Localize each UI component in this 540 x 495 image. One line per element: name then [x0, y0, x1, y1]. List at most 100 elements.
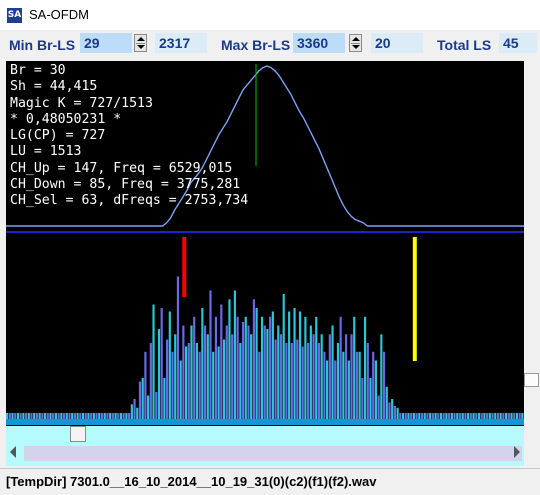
vertical-scrollbar[interactable] — [524, 61, 540, 426]
spectrum-bar — [399, 413, 402, 419]
spectrum-bar — [296, 339, 299, 419]
spectrum-bar — [11, 413, 14, 419]
status-bar: [TempDir] 7301.0__16_10_2014__10_19_31(0… — [0, 468, 540, 495]
spectrum-bar — [174, 334, 177, 420]
max-br-ls-label: Max Br-LS — [221, 37, 291, 53]
horizontal-scroll-thumb[interactable] — [70, 426, 86, 442]
min-br-ls-spinner[interactable] — [134, 34, 147, 52]
spectrum-bar — [472, 413, 475, 419]
spectrum-bar — [288, 311, 291, 419]
range-scroll-track[interactable] — [24, 446, 522, 461]
spectrum-bar — [52, 413, 55, 419]
spectrum-bar — [212, 351, 215, 420]
spectrum-bar — [54, 413, 57, 419]
max-br-ls-spinner[interactable] — [349, 34, 362, 52]
spectrum-bar — [347, 360, 350, 419]
info-line: Br = 30 — [10, 63, 66, 78]
spectrum-bar — [60, 413, 63, 419]
spectrum-bar — [334, 360, 337, 419]
spectrum-bar — [477, 413, 481, 419]
spin-up-icon[interactable] — [137, 37, 145, 41]
spectrum-bar — [475, 413, 478, 419]
spectrum-bar — [271, 311, 274, 419]
spectrum-bar — [366, 343, 369, 419]
spectrum-bar — [217, 346, 220, 419]
scroll-right-icon[interactable] — [514, 446, 520, 458]
spectrum-bar — [496, 413, 500, 419]
spectrum-bar — [147, 395, 150, 419]
spectrum-bar — [214, 316, 217, 420]
spectrum-bar — [19, 413, 22, 419]
spectrum-bar — [423, 413, 426, 419]
spectrum-bar — [488, 413, 491, 419]
spectrum-bar — [171, 351, 174, 420]
spectrum-bar — [195, 343, 199, 419]
spectrum-bar — [315, 316, 318, 420]
spectrum-bar — [277, 325, 280, 419]
spectrum-bar — [179, 360, 182, 419]
spectrum-bar — [193, 316, 196, 420]
spectrum-bar — [184, 346, 188, 419]
min-br-ls-input[interactable]: 29 — [80, 33, 132, 53]
max-br-ls-input[interactable]: 3360 — [293, 33, 345, 53]
spectrum-bar — [282, 294, 285, 419]
spectrum-bar — [437, 413, 440, 419]
spectrum-bar — [480, 413, 483, 419]
spectrum-bar — [518, 413, 521, 419]
spectrum-bar — [49, 413, 52, 419]
spectrum-bar — [8, 413, 11, 419]
spectrum-bar — [62, 413, 66, 419]
spectrum-bar — [464, 413, 467, 419]
spectrum-bar — [260, 316, 264, 420]
spectrum-bar — [228, 299, 231, 420]
spectrum-bar — [285, 343, 288, 419]
spin-down-icon[interactable] — [352, 45, 360, 49]
spectrum-bar — [331, 325, 334, 419]
spectrum-bar — [361, 378, 364, 419]
spectrum-bar — [312, 334, 315, 420]
spectrum-bar — [307, 343, 310, 419]
spectrum-bar — [469, 413, 472, 419]
spectrum-bar — [92, 413, 95, 419]
spectrum-bar — [505, 413, 508, 419]
spectrum-bar — [453, 413, 456, 419]
spectrum-bar — [363, 316, 367, 420]
horizontal-scrollbar[interactable] — [6, 426, 524, 442]
spectrum-bar — [138, 381, 142, 419]
spectrum-bar — [176, 276, 180, 419]
spectrum-bar — [114, 413, 117, 419]
spectrum-bar — [266, 329, 269, 419]
spectrum-bar — [144, 351, 147, 420]
spectrum-bar — [309, 325, 312, 419]
spectrum-canvas[interactable]: Br = 30 Sh = 44,415 Magic K = 727/1513 *… — [6, 61, 524, 426]
total-ls-label: Total LS — [437, 37, 492, 53]
spectrum-bar — [510, 413, 513, 419]
toolbar: Min Br-LS 29 2317 Max Br-LS 3360 20 Tota… — [0, 30, 540, 60]
spin-up-icon[interactable] — [352, 37, 360, 41]
spectrum-bar — [73, 413, 76, 419]
spectrum-bar — [336, 343, 340, 419]
scroll-left-icon[interactable] — [10, 446, 16, 458]
spectrum-bar — [57, 413, 60, 419]
spectrum-bar — [415, 413, 418, 419]
spectrum-bar — [412, 413, 415, 419]
spectrum-bar — [244, 316, 247, 420]
spectrum-bar — [27, 413, 30, 419]
spectrum-bar — [163, 378, 166, 419]
spectrum-bar — [513, 413, 516, 419]
spectrum-bar — [239, 343, 242, 419]
spectrum-bar — [345, 334, 348, 420]
spectrum-bar — [14, 413, 17, 419]
range-scrollbar[interactable] — [6, 442, 524, 466]
spectrum-bar — [258, 351, 261, 420]
spectrum-bar — [65, 413, 68, 419]
spectrum-bar — [396, 407, 399, 420]
spin-down-icon[interactable] — [137, 45, 145, 49]
spectrum-bar — [448, 413, 451, 419]
spectrum-bar — [30, 413, 33, 419]
info-line: CH_Up = 147, Freq = 6529,015 — [10, 160, 233, 176]
spectrum-bar — [407, 413, 410, 419]
spectrum-bar — [111, 413, 114, 419]
spectrum-bar — [382, 351, 386, 420]
vertical-scroll-thumb[interactable] — [524, 373, 539, 387]
